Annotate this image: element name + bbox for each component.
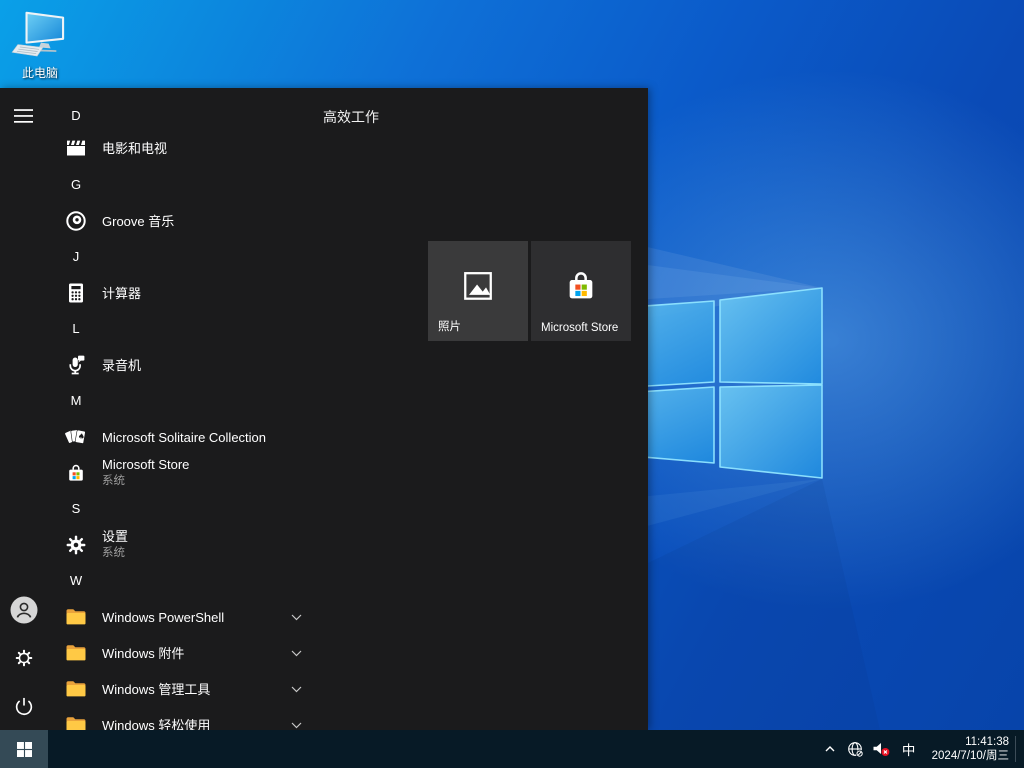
ime-indicator[interactable]: 中 (895, 730, 923, 768)
start-menu: D电影和电视GGroove 音乐J计算器L录音机M♠Microsoft Soli… (0, 88, 648, 730)
show-hidden-icons-button[interactable] (817, 730, 843, 768)
show-desktop-button[interactable] (1016, 730, 1024, 768)
tile-label: 照片 (438, 318, 461, 334)
volume-button[interactable] (869, 730, 895, 768)
tile-microsoft-store[interactable]: Microsoft Store (531, 241, 631, 341)
network-button[interactable] (843, 730, 869, 768)
clock-date: 2024/7/10/周三 (932, 749, 1009, 763)
windows-desktop: 此电脑 (0, 0, 1024, 768)
clock-time: 11:41:38 (932, 735, 1009, 749)
speaker-muted-icon (872, 741, 891, 758)
tile-group-header[interactable]: 高效工作 (323, 108, 379, 126)
globe-no-internet-icon (847, 741, 864, 758)
chevron-up-icon (823, 743, 837, 755)
desktop-icon-label: 此电脑 (8, 64, 72, 81)
photos-icon (461, 269, 495, 308)
start-button[interactable] (0, 730, 48, 768)
tile-label: Microsoft Store (541, 322, 618, 334)
clock-button[interactable]: 11:41:38 2024/7/10/周三 (923, 730, 1015, 768)
windows-logo-icon (17, 742, 32, 757)
this-pc-icon (11, 45, 69, 62)
taskbar-empty-area (48, 730, 817, 768)
tile-area: 高效工作 照片 (0, 88, 648, 730)
taskbar: 中 11:41:38 2024/7/10/周三 (0, 730, 1024, 768)
tile-photos[interactable]: 照片 (428, 241, 528, 341)
desktop-icon-this-pc[interactable]: 此电脑 (8, 8, 72, 81)
store-icon (561, 266, 601, 311)
